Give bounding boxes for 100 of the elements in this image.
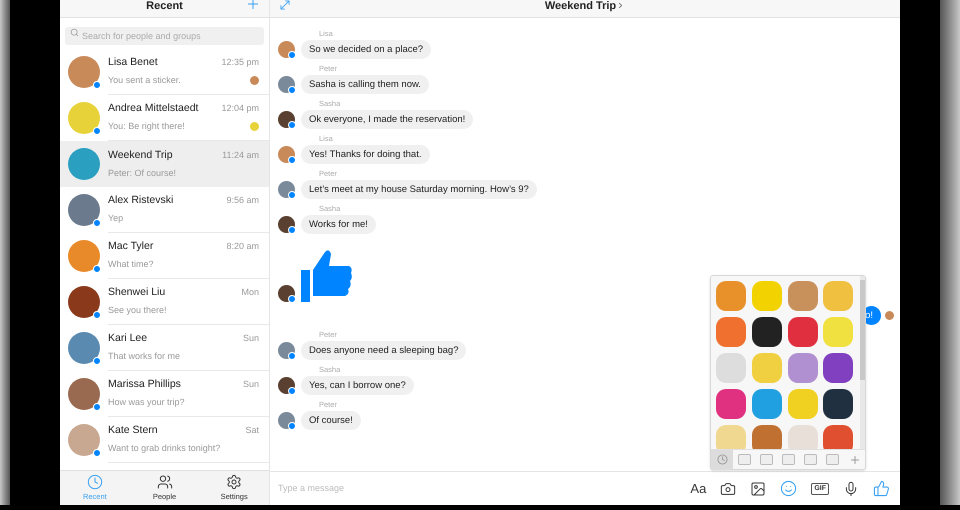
message-bubble: Does anyone need a sleeping bag?: [301, 341, 466, 360]
search-field[interactable]: Search for people and groups: [65, 27, 264, 45]
camera-icon[interactable]: [720, 480, 736, 496]
messenger-badge-icon: [93, 265, 101, 273]
contact-avatar: [68, 56, 100, 88]
sticker-pack-icon: [804, 454, 816, 465]
message-time: 12:04 pm: [221, 102, 259, 116]
messenger-badge-icon: [288, 156, 296, 164]
message-bubble: Let’s meet at my house Saturday morning. How’s 9?: [301, 180, 537, 199]
message-bubble: Yes! Thanks for doing that.: [301, 145, 430, 164]
clock-icon: [86, 474, 103, 490]
message-time: Mon: [241, 286, 259, 300]
message-preview: Want to grab drinks tonight?: [108, 442, 220, 456]
sticker-pack-icon: [782, 454, 794, 465]
message-time: Sun: [242, 332, 259, 346]
message-preview: You sent a sticker.: [108, 74, 181, 88]
message-bubble: Of course!: [301, 411, 361, 430]
contact-name: Mac Tyler: [108, 239, 154, 254]
messenger-badge-icon: [93, 403, 101, 411]
conversation-title[interactable]: Weekend Trip: [544, 0, 626, 12]
contact-avatar: [68, 194, 100, 226]
messenger-badge-icon: [288, 387, 296, 395]
conversation-item[interactable]: Weekend Trip 11:24 am Peter: Of course!: [60, 141, 269, 187]
sender-avatar: [278, 377, 295, 394]
new-message-icon[interactable]: [245, 0, 261, 12]
scrollbar[interactable]: [860, 276, 865, 449]
messenger-badge-icon: [288, 295, 296, 303]
messenger-badge-icon: [93, 219, 101, 227]
sticker-image[interactable]: [752, 317, 782, 347]
message-time: 8:20 am: [226, 240, 259, 254]
message-preview: See you there!: [108, 304, 167, 318]
message-preview: How was your trip?: [108, 396, 185, 410]
contact-name: Kari Lee: [108, 331, 148, 346]
sender-avatar: [278, 412, 295, 429]
contact-name: Alex Ristevski: [108, 193, 174, 208]
message-time: 12:35 pm: [221, 56, 259, 70]
message-preview: What time?: [108, 258, 154, 272]
sender-avatar: [278, 216, 295, 233]
contact-avatar: [68, 424, 100, 456]
message-time: 9:56 am: [226, 194, 259, 208]
message-preview: You: Be right there!: [108, 120, 185, 134]
sender-avatar: [278, 285, 295, 302]
sticker-tab[interactable]: [711, 450, 733, 470]
message-bubble: Ok everyone, I made the reservation!: [301, 110, 474, 129]
contact-avatar: [68, 378, 100, 410]
sticker-pack-icon: [738, 454, 750, 465]
seen-avatar: [885, 311, 894, 320]
expand-icon[interactable]: [278, 0, 292, 12]
messenger-badge-icon: [288, 422, 296, 430]
image-icon[interactable]: [750, 480, 766, 496]
search-icon: [70, 28, 79, 37]
contact-name: Weekend Trip: [108, 148, 173, 163]
messenger-badge-icon: [93, 81, 101, 89]
sticker-pack-icon: [760, 454, 772, 465]
thumbs-up-sticker-icon: [301, 248, 353, 302]
message-input[interactable]: Type a message: [278, 482, 690, 496]
messenger-badge-icon: [93, 127, 101, 135]
messenger-badge-icon: [288, 86, 296, 94]
message-time: Sun: [242, 378, 259, 392]
smiley-icon[interactable]: [780, 480, 798, 497]
messenger-badge-icon: [93, 449, 101, 457]
microphone-icon[interactable]: [843, 480, 859, 496]
text-format-button[interactable]: Aa: [690, 482, 706, 496]
contact-avatar: [68, 286, 100, 318]
message-bubble: So we decided on a place?: [301, 40, 432, 59]
sender-avatar: [278, 146, 295, 163]
messenger-badge-icon: [288, 191, 296, 199]
settings-icon: [226, 474, 242, 490]
messenger-badge-icon: [288, 226, 296, 234]
message-preview: Peter: Of course!: [108, 166, 176, 180]
message-time: Sat: [245, 424, 259, 438]
clock-icon: [716, 454, 728, 465]
contact-avatar: [68, 240, 100, 272]
message-time: 11:24 am: [222, 148, 259, 162]
contact-avatar: [68, 102, 100, 134]
messenger-badge-icon: [93, 311, 101, 319]
add-icon[interactable]: [849, 454, 861, 466]
sticker-pack-icon: [826, 454, 838, 465]
contact-name: Kate Stern: [108, 423, 158, 438]
message-preview: Yep: [108, 212, 124, 226]
message-bubble: Works for me!: [301, 215, 376, 234]
people-icon: [156, 474, 172, 490]
contact-name: Shenwei Liu: [108, 285, 166, 300]
message-preview: That works for me: [108, 350, 180, 364]
sticker-image[interactable]: [823, 389, 854, 419]
contact-name: Marissa Phillips: [108, 377, 181, 392]
sidebar-title: Recent: [146, 0, 183, 12]
sender-avatar: [278, 111, 295, 128]
messenger-badge-icon: [93, 357, 101, 365]
contact-name: Andrea Mittelstaedt: [108, 101, 198, 116]
sender-avatar: [278, 181, 295, 198]
messenger-badge-icon: [288, 352, 296, 360]
thumbs-up-icon[interactable]: [873, 480, 890, 497]
sender-avatar: [278, 41, 295, 58]
contact-avatar: [68, 332, 100, 364]
sender-avatar: [278, 342, 295, 359]
message-bubble: Yes, can I borrow one?: [301, 376, 414, 395]
messenger-badge-icon: [288, 121, 296, 129]
message-bubble: Sasha is calling them now.: [301, 75, 429, 94]
contact-name: Lisa Benet: [108, 55, 158, 70]
